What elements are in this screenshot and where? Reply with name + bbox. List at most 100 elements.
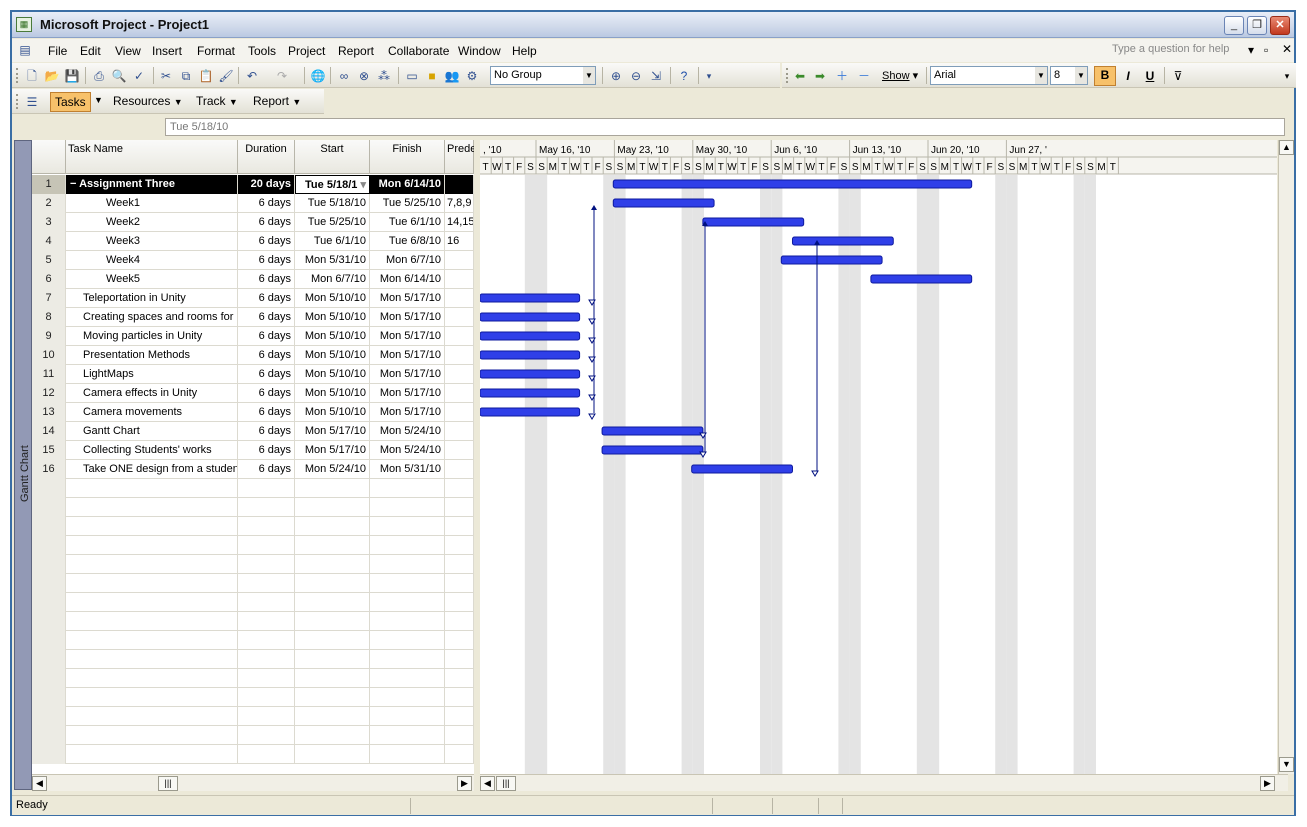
cell-name[interactable] xyxy=(66,688,238,707)
scroll-down-icon[interactable]: ▼ xyxy=(1279,757,1294,772)
cell-duration[interactable]: 6 days xyxy=(238,441,295,460)
cell-start[interactable] xyxy=(295,555,370,574)
cell-pred[interactable] xyxy=(445,612,474,631)
cell-id[interactable] xyxy=(32,574,66,593)
cell-finish[interactable]: Mon 5/31/10 xyxy=(370,460,445,479)
collapse-icon[interactable]: − xyxy=(70,178,79,190)
empty-row[interactable] xyxy=(32,726,474,745)
cell-duration[interactable]: 20 days xyxy=(238,175,295,194)
cell-name[interactable] xyxy=(66,745,238,764)
scroll-right-icon[interactable]: ▶ xyxy=(1260,776,1275,791)
cell-finish[interactable] xyxy=(370,479,445,498)
cell-finish[interactable] xyxy=(370,536,445,555)
cell-pred[interactable]: 7,8,9 xyxy=(445,194,474,213)
cell-name[interactable] xyxy=(66,479,238,498)
empty-row[interactable] xyxy=(32,574,474,593)
cell-finish[interactable] xyxy=(370,631,445,650)
cell-finish[interactable]: Mon 5/17/10 xyxy=(370,403,445,422)
cell-start[interactable]: Mon 5/10/10 xyxy=(295,308,370,327)
cell-finish[interactable] xyxy=(370,707,445,726)
cell-duration[interactable]: 6 days xyxy=(238,365,295,384)
cell-name[interactable]: Take ONE design from a studen xyxy=(66,460,238,479)
cell-id[interactable] xyxy=(32,498,66,517)
track-button[interactable]: Track ▼ xyxy=(196,94,238,108)
empty-row[interactable] xyxy=(32,745,474,764)
cell-start[interactable] xyxy=(295,631,370,650)
cell-name[interactable]: − Assignment Three xyxy=(66,175,238,194)
cell-name[interactable]: Camera movements xyxy=(66,403,238,422)
cell-id[interactable] xyxy=(32,688,66,707)
toolbar-options-icon[interactable]: ▾ xyxy=(1282,68,1292,84)
column-header-finish[interactable]: Finish xyxy=(370,140,445,174)
cell-finish[interactable]: Tue 5/25/10 xyxy=(370,194,445,213)
empty-row[interactable] xyxy=(32,631,474,650)
cell-duration[interactable]: 6 days xyxy=(238,346,295,365)
cell-pred[interactable] xyxy=(445,593,474,612)
cell-id[interactable]: 10 xyxy=(32,346,66,365)
cell-finish[interactable]: Mon 5/17/10 xyxy=(370,289,445,308)
task-row[interactable]: 5 Week4 6 days Mon 5/31/10 Mon 6/7/10 xyxy=(32,251,474,270)
document-icon[interactable]: ▤ xyxy=(17,42,33,58)
cell-start[interactable]: Mon 5/10/10 xyxy=(295,289,370,308)
cell-pred[interactable] xyxy=(445,669,474,688)
cell-start[interactable]: Mon 5/17/10 xyxy=(295,422,370,441)
cell-start[interactable]: Mon 5/24/10 xyxy=(295,460,370,479)
cell-pred[interactable] xyxy=(445,707,474,726)
cell-finish[interactable]: Mon 5/24/10 xyxy=(370,441,445,460)
task-row[interactable]: 2 Week1 6 days Tue 5/18/10 Tue 5/25/10 7,8,9 xyxy=(32,194,474,213)
chevron-down-icon[interactable]: ▾ xyxy=(357,179,366,191)
task-information-icon[interactable]: ▭ xyxy=(404,68,420,84)
cell-name[interactable] xyxy=(66,669,238,688)
format-painter-icon[interactable]: 🖌 xyxy=(218,68,234,84)
help-question-box[interactable]: Type a question for help xyxy=(1112,43,1247,55)
cell-duration[interactable] xyxy=(238,650,295,669)
cell-name[interactable]: Teleportation in Unity xyxy=(66,289,238,308)
cell-pred[interactable] xyxy=(445,479,474,498)
empty-row[interactable] xyxy=(32,536,474,555)
cell-start[interactable] xyxy=(295,593,370,612)
cell-finish[interactable]: Mon 5/17/10 xyxy=(370,327,445,346)
view-bar[interactable]: Gantt Chart xyxy=(14,140,32,790)
chart-horizontal-scrollbar[interactable]: ◀ ||| ▶ xyxy=(480,774,1288,791)
cell-id[interactable]: 13 xyxy=(32,403,66,422)
task-row[interactable]: 3 Week2 6 days Tue 5/25/10 Tue 6/1/10 14,15 xyxy=(32,213,474,232)
tasks-button[interactable]: Tasks xyxy=(50,92,91,112)
hide-subtasks-icon[interactable]: － xyxy=(856,68,872,84)
zoom-out-icon[interactable]: ⊖ xyxy=(628,68,644,84)
group-by-select[interactable]: No Group ▼ xyxy=(490,66,596,85)
entry-field[interactable]: Tue 5/18/10 xyxy=(165,118,1285,136)
cell-start[interactable]: Mon 5/10/10 xyxy=(295,346,370,365)
cell-id[interactable]: 16 xyxy=(32,460,66,479)
print-icon[interactable]: ⎙ xyxy=(91,68,107,84)
cell-finish[interactable]: Mon 5/17/10 xyxy=(370,308,445,327)
cell-pred[interactable]: 16 xyxy=(445,232,474,251)
redo-icon[interactable]: ↷ xyxy=(274,68,290,84)
task-row[interactable]: 13 Camera movements 6 days Mon 5/10/10 Mon 5… xyxy=(32,403,474,422)
cell-name[interactable] xyxy=(66,726,238,745)
resources-button[interactable]: Resources ▼ xyxy=(113,94,183,108)
task-row[interactable]: 10 Presentation Methods 6 days Mon 5/10/10 M… xyxy=(32,346,474,365)
task-row[interactable]: 16 Take ONE design from a studen 6 days Mon… xyxy=(32,460,474,479)
menu-edit[interactable]: Edit xyxy=(80,44,101,58)
column-header-name[interactable]: Task Name xyxy=(66,140,238,174)
cell-finish[interactable] xyxy=(370,498,445,517)
cell-duration[interactable] xyxy=(238,688,295,707)
empty-row[interactable] xyxy=(32,498,474,517)
scroll-up-icon[interactable]: ▲ xyxy=(1279,140,1294,155)
cell-name[interactable]: Creating spaces and rooms for xyxy=(66,308,238,327)
cell-start[interactable]: Mon 5/17/10 xyxy=(295,441,370,460)
show-dropdown[interactable]: Show ▾ xyxy=(882,69,918,82)
cell-pred[interactable] xyxy=(445,327,474,346)
menu-collaborate[interactable]: Collaborate xyxy=(388,44,449,58)
unlink-tasks-icon[interactable]: ⊗ xyxy=(356,68,372,84)
menu-tools[interactable]: Tools xyxy=(248,44,276,58)
cell-name[interactable] xyxy=(66,517,238,536)
column-header-start[interactable]: Start xyxy=(295,140,370,174)
cell-pred[interactable] xyxy=(445,175,474,194)
empty-row[interactable] xyxy=(32,707,474,726)
cell-pred[interactable] xyxy=(445,365,474,384)
help-icon[interactable]: ? xyxy=(676,68,692,84)
cell-id[interactable]: 2 xyxy=(32,194,66,213)
cell-name[interactable] xyxy=(66,555,238,574)
open-icon[interactable]: 📂 xyxy=(44,68,60,84)
